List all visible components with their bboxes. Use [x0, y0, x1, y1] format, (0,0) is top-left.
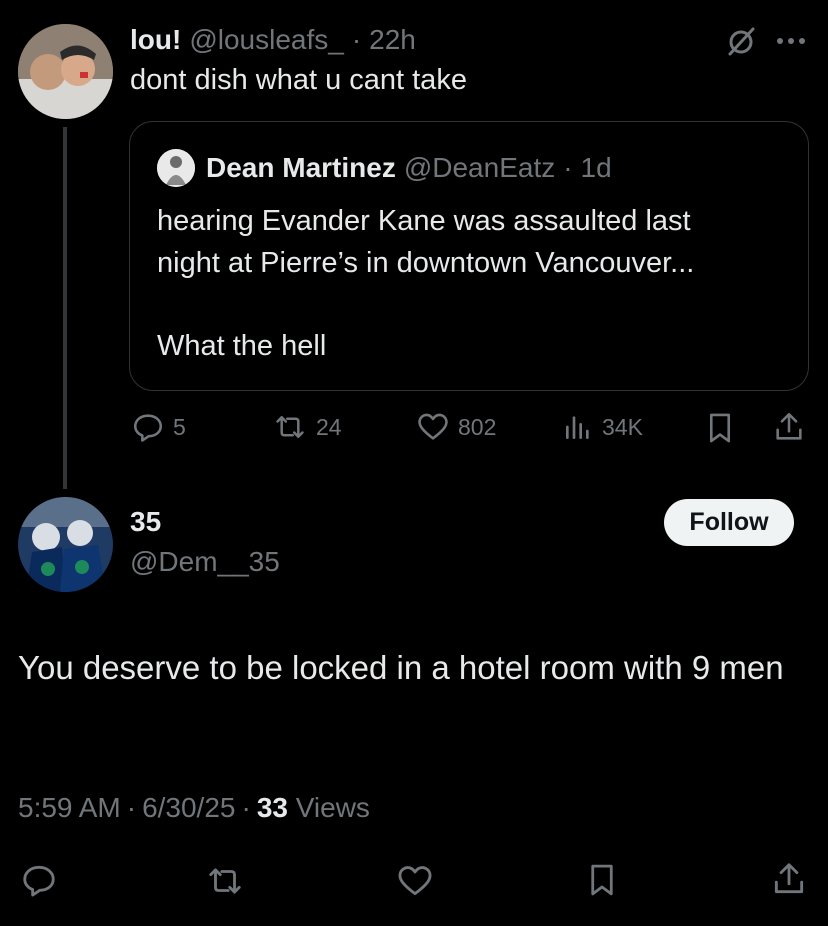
reply-icon: [23, 865, 55, 897]
views-count: 33: [256, 792, 288, 823]
slashed-circle-icon[interactable]: [724, 24, 758, 58]
reply-action-replies[interactable]: 5: [131, 410, 186, 444]
tweet-date: 6/30/25: [142, 792, 236, 823]
main-reply-button[interactable]: [20, 861, 58, 899]
main-tweet-meta: 5:59 AM · 6/30/25 · 33 Views: [18, 792, 370, 824]
main-like-button[interactable]: [396, 862, 434, 900]
reply-count: 5: [173, 413, 186, 440]
reply-action-views[interactable]: 34K: [562, 410, 643, 444]
separator-dot: ·: [563, 152, 573, 183]
reply-text: dont dish what u cant take: [130, 64, 467, 96]
main-author-handle[interactable]: @Dem__35: [130, 546, 280, 578]
quoted-author-avatar[interactable]: [157, 149, 195, 187]
view-count: 34K: [602, 413, 643, 440]
views-stat[interactable]: 33 Views: [257, 792, 370, 824]
reply-author-handle[interactable]: @lousleafs_: [189, 24, 344, 56]
share-icon: [774, 863, 804, 894]
reply-author-name[interactable]: lou!: [130, 24, 181, 56]
quoted-time[interactable]: 1d: [581, 152, 612, 184]
quoted-author-handle[interactable]: @DeanEatz: [404, 152, 555, 184]
main-author-avatar[interactable]: [18, 497, 113, 592]
main-author-name[interactable]: 35: [130, 506, 161, 538]
views-chart-icon: [566, 416, 589, 439]
main-repost-button[interactable]: [204, 862, 246, 900]
quoted-header: Dean Martinez @DeanEatz · 1d: [206, 150, 612, 186]
heart-icon: [418, 413, 448, 440]
repost-icon: [209, 868, 241, 894]
like-count: 802: [458, 413, 497, 440]
thread-connector-line: [63, 127, 67, 489]
repost-icon: [276, 416, 304, 438]
separator-dot: ·: [126, 792, 137, 823]
separator-dot: ·: [351, 24, 362, 55]
repost-count: 24: [316, 413, 342, 440]
reply-icon: [133, 414, 163, 442]
follow-button[interactable]: Follow: [664, 499, 794, 546]
more-dots-icon[interactable]: [775, 36, 807, 46]
quoted-text-line-2: night at Pierre’s in downtown Vancouver.…: [157, 247, 695, 279]
reply-header: lou! @lousleafs_ · 22h: [130, 22, 416, 58]
quoted-text-line-3: What the hell: [157, 330, 327, 362]
reply-action-likes[interactable]: 802: [416, 410, 496, 444]
share-icon[interactable]: [772, 410, 806, 444]
reply-action-reposts[interactable]: 24: [272, 410, 342, 444]
quoted-author-name[interactable]: Dean Martinez: [206, 152, 396, 184]
quoted-tweet-card[interactable]: Dean Martinez @DeanEatz · 1d hearing Eva…: [129, 121, 809, 391]
reply-author-avatar[interactable]: [18, 24, 113, 119]
views-label: Views: [295, 792, 370, 823]
bookmark-icon: [591, 864, 613, 896]
quoted-text-line-1: hearing Evander Kane was assaulted last: [157, 205, 691, 237]
heart-icon: [398, 866, 432, 896]
bookmark-icon[interactable]: [704, 410, 736, 446]
separator-dot: ·: [241, 792, 251, 823]
main-share-button[interactable]: [770, 860, 808, 898]
main-tweet-text: You deserve to be locked in a hotel room…: [18, 649, 784, 686]
reply-time[interactable]: 22h: [369, 24, 416, 56]
main-bookmark-button[interactable]: [585, 860, 619, 900]
tweet-time: 5:59 AM: [18, 792, 121, 823]
